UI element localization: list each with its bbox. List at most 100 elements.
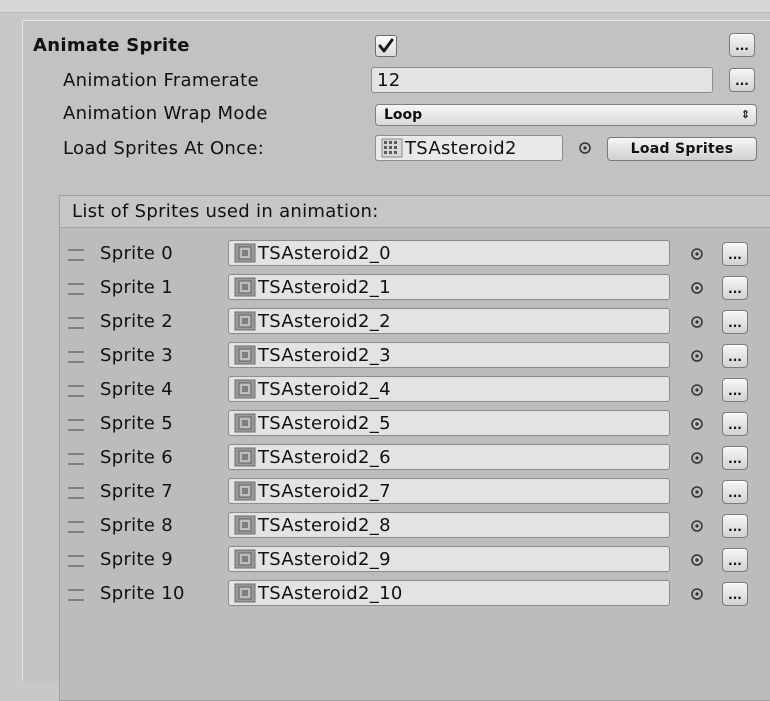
sprite-row-label: Sprite 2 xyxy=(100,311,173,332)
sprite-object-field[interactable]: TSAsteroid2_5 xyxy=(228,410,670,436)
drag-handle-icon[interactable] xyxy=(68,555,84,567)
framerate-value: 12 xyxy=(377,69,401,91)
animate-sprite-checkbox[interactable] xyxy=(375,35,397,57)
sprite-more-button[interactable]: ... xyxy=(722,412,748,436)
sprite-more-button[interactable]: ... xyxy=(722,480,748,504)
sprite-list-title: List of Sprites used in animation: xyxy=(72,201,379,222)
sprite-object-name: TSAsteroid2_2 xyxy=(258,310,391,332)
more-button-label: ... xyxy=(735,39,749,53)
sprite-row-label: Sprite 3 xyxy=(100,345,173,366)
more-button-label: ... xyxy=(735,74,749,88)
sprite-object-field[interactable]: TSAsteroid2_4 xyxy=(228,376,670,402)
drag-handle-icon[interactable] xyxy=(68,453,84,465)
sprite-object-field[interactable]: TSAsteroid2_7 xyxy=(228,478,670,504)
sprite-object-field[interactable]: TSAsteroid2_8 xyxy=(228,512,670,538)
drag-handle-icon[interactable] xyxy=(68,589,84,601)
more-button-label: ... xyxy=(728,350,742,364)
sprite-object-field[interactable]: TSAsteroid2_3 xyxy=(228,342,670,368)
sprite-thumbnail-icon xyxy=(234,583,256,603)
sprite-object-field[interactable]: TSAsteroid2_0 xyxy=(228,240,670,266)
sprite-object-field[interactable]: TSAsteroid2_9 xyxy=(228,546,670,572)
sprite-row-label: Sprite 4 xyxy=(100,379,173,400)
drag-handle-icon[interactable] xyxy=(68,487,84,499)
load-sprites-asset-field[interactable]: TSAsteroid2 xyxy=(375,135,563,161)
sprite-object-name: TSAsteroid2_3 xyxy=(258,344,391,366)
sprite-more-button[interactable]: ... xyxy=(722,514,748,538)
sprite-more-button[interactable]: ... xyxy=(722,276,748,300)
sprite-more-button[interactable]: ... xyxy=(722,446,748,470)
wrap-mode-row: Animation Wrap Mode xyxy=(63,98,268,128)
sprite-object-name: TSAsteroid2_9 xyxy=(258,548,391,570)
sprite-row-label: Sprite 5 xyxy=(100,413,173,434)
load-sprites-button[interactable]: Load Sprites xyxy=(607,137,757,161)
drag-handle-icon[interactable] xyxy=(68,317,84,329)
sprite-thumbnail-icon xyxy=(234,481,256,501)
more-button-label: ... xyxy=(728,520,742,534)
sprite-more-button[interactable]: ... xyxy=(722,310,748,334)
wrap-mode-value: Loop xyxy=(384,107,423,123)
sprite-more-button[interactable]: ... xyxy=(722,242,748,266)
checkmark-icon xyxy=(378,38,394,53)
sprite-thumbnail-icon xyxy=(234,311,256,331)
more-button-label: ... xyxy=(728,418,742,432)
object-picker-icon[interactable] xyxy=(690,349,704,363)
object-picker-icon[interactable] xyxy=(690,315,704,329)
object-picker-icon[interactable] xyxy=(690,587,704,601)
sprite-row: Sprite 0 TSAsteroid2_0 ... xyxy=(60,236,770,272)
object-picker-icon[interactable] xyxy=(690,383,704,397)
drag-handle-icon[interactable] xyxy=(68,249,84,261)
texture-thumbnail-icon xyxy=(381,138,403,158)
framerate-row: Animation Framerate xyxy=(63,65,259,95)
object-picker-icon[interactable] xyxy=(690,417,704,431)
sprite-row: Sprite 9 TSAsteroid2_9 ... xyxy=(60,542,770,578)
dropdown-arrows-icon: ⇕ xyxy=(740,108,750,121)
wrap-mode-label: Animation Wrap Mode xyxy=(63,102,268,124)
sprite-list-header: List of Sprites used in animation: xyxy=(60,196,770,228)
sprite-more-button[interactable]: ... xyxy=(722,378,748,402)
sprite-more-button[interactable]: ... xyxy=(722,582,748,606)
sprite-object-field[interactable]: TSAsteroid2_6 xyxy=(228,444,670,470)
top-strip xyxy=(0,0,770,13)
framerate-label: Animation Framerate xyxy=(63,69,259,91)
drag-handle-icon[interactable] xyxy=(68,351,84,363)
animate-sprite-more-button[interactable]: ... xyxy=(729,33,755,57)
more-button-label: ... xyxy=(728,486,742,500)
sprite-object-field[interactable]: TSAsteroid2_10 xyxy=(228,580,670,606)
sprite-object-field[interactable]: TSAsteroid2_1 xyxy=(228,274,670,300)
inspector-panel: Animate Sprite ... Animation Framerate 1… xyxy=(22,20,770,701)
sprite-row: Sprite 4 TSAsteroid2_4 ... xyxy=(60,372,770,408)
more-button-label: ... xyxy=(728,452,742,466)
sprite-row-label: Sprite 7 xyxy=(100,481,173,502)
sprite-object-field[interactable]: TSAsteroid2_2 xyxy=(228,308,670,334)
object-picker-icon[interactable] xyxy=(690,281,704,295)
object-picker-icon[interactable] xyxy=(690,451,704,465)
sprite-thumbnail-icon xyxy=(234,345,256,365)
sprite-thumbnail-icon xyxy=(234,447,256,467)
sprite-object-name: TSAsteroid2_8 xyxy=(258,514,391,536)
object-picker-icon[interactable] xyxy=(690,519,704,533)
sprite-more-button[interactable]: ... xyxy=(722,548,748,572)
drag-handle-icon[interactable] xyxy=(68,283,84,295)
drag-handle-icon[interactable] xyxy=(68,419,84,431)
sprite-object-name: TSAsteroid2_10 xyxy=(258,582,403,604)
sprite-thumbnail-icon xyxy=(234,243,256,263)
more-button-label: ... xyxy=(728,554,742,568)
animate-sprite-row: Animate Sprite xyxy=(33,30,190,60)
sprite-more-button[interactable]: ... xyxy=(722,344,748,368)
more-button-label: ... xyxy=(728,248,742,262)
object-picker-icon[interactable] xyxy=(690,553,704,567)
framerate-more-button[interactable]: ... xyxy=(729,68,755,92)
sprite-row-label: Sprite 6 xyxy=(100,447,173,468)
more-button-label: ... xyxy=(728,282,742,296)
sprite-row-label: Sprite 1 xyxy=(100,277,173,298)
object-picker-icon[interactable] xyxy=(690,247,704,261)
load-sprites-row: Load Sprites At Once: xyxy=(63,133,264,163)
sprite-row: Sprite 3 TSAsteroid2_3 ... xyxy=(60,338,770,374)
wrap-mode-dropdown[interactable]: Loop ⇕ xyxy=(375,104,757,126)
sprite-object-name: TSAsteroid2_5 xyxy=(258,412,391,434)
drag-handle-icon[interactable] xyxy=(68,385,84,397)
drag-handle-icon[interactable] xyxy=(68,521,84,533)
object-picker-icon[interactable] xyxy=(690,485,704,499)
framerate-input[interactable]: 12 xyxy=(371,67,713,93)
object-picker-icon[interactable] xyxy=(578,141,592,155)
